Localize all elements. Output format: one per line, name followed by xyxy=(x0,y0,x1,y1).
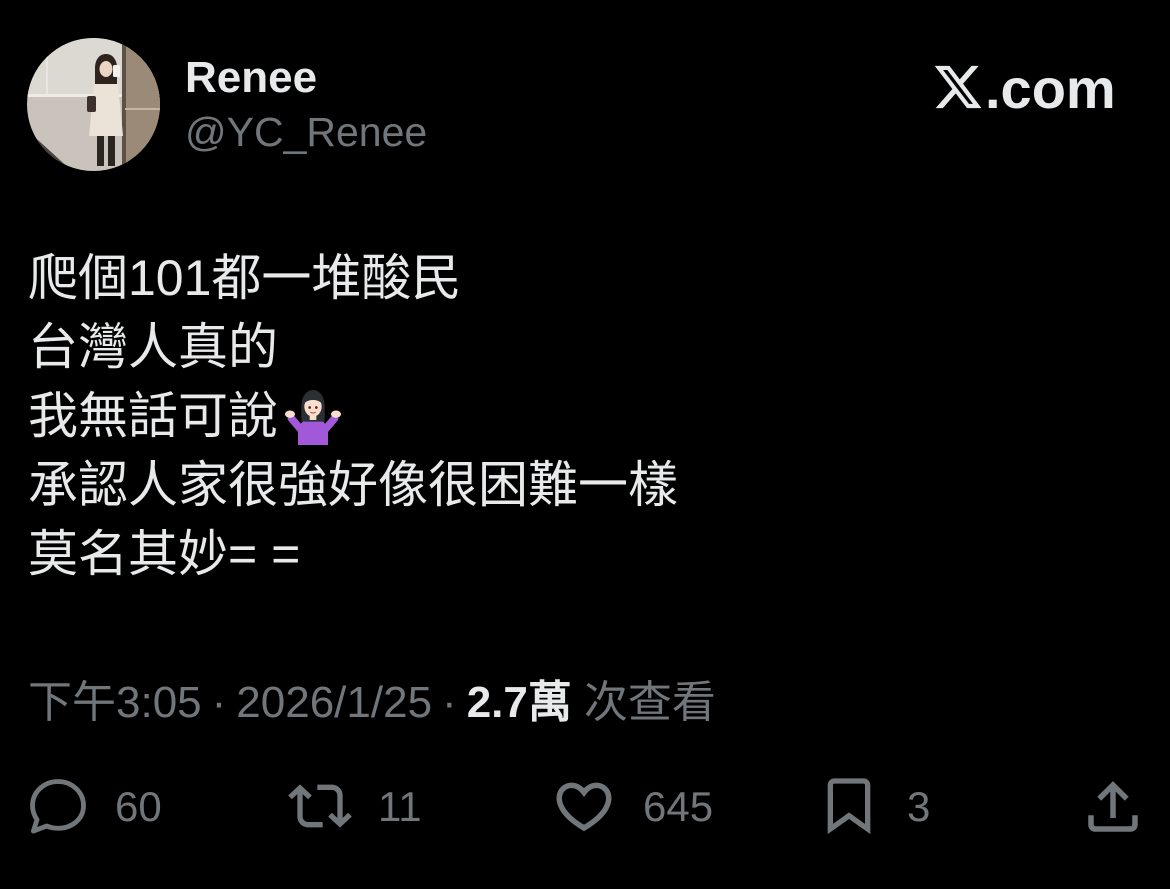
tweet-line: 莫名其妙= = xyxy=(28,526,301,582)
tweet-text: 爬個101都一堆酸民 台灣人真的 我無話可說 承認人家很強好像很困難一樣 莫名其… xyxy=(28,244,678,589)
meta-separator: · xyxy=(211,678,227,727)
woman-shrugging-icon xyxy=(285,390,341,445)
bookmark-count[interactable]: 3 xyxy=(907,782,930,832)
x-logo-icon xyxy=(934,65,982,109)
repost-icon[interactable] xyxy=(288,774,352,838)
share-icon[interactable] xyxy=(1080,774,1146,840)
heart-icon[interactable] xyxy=(551,773,617,839)
tweet-line-text: 我無話可說 xyxy=(28,388,278,444)
brand-domain: .com xyxy=(985,57,1116,120)
views-label: 次查看 xyxy=(583,678,716,727)
tweet-line: 爬個101都一堆酸民 xyxy=(28,250,462,306)
reply-count[interactable]: 60 xyxy=(115,782,162,832)
author-name[interactable]: Renee xyxy=(185,52,317,104)
tweet-line: 台灣人真的 xyxy=(28,319,278,375)
tweet-date[interactable]: 2026/1/25 xyxy=(236,678,432,727)
views-count: 2.7萬 xyxy=(466,678,572,727)
tweet-card: Renee @YC_Renee .com 爬個101都一堆酸民 台灣人真的 我無… xyxy=(0,0,1170,889)
tweet-line: 我無話可說 xyxy=(28,382,678,451)
author-handle[interactable]: @YC_Renee xyxy=(185,108,427,156)
like-count[interactable]: 645 xyxy=(643,782,713,832)
reply-icon[interactable] xyxy=(24,773,92,841)
bookmark-icon[interactable] xyxy=(817,773,881,837)
tweet-line: 承認人家很強好像很困難一樣 xyxy=(28,457,678,513)
avatar[interactable] xyxy=(27,38,160,171)
tweet-meta: 下午3:05 · 2026/1/25 · 2.7萬 次查看 xyxy=(28,677,716,729)
tweet-time[interactable]: 下午3:05 xyxy=(28,678,202,727)
avatar-photo[interactable] xyxy=(27,38,160,171)
meta-separator: · xyxy=(442,678,457,727)
repost-count[interactable]: 11 xyxy=(378,782,422,832)
